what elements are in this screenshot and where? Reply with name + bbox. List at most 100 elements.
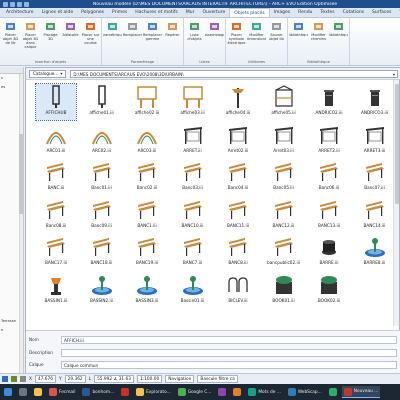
ribbon-button[interactable]: Sauver objet lib: [267, 19, 286, 60]
ribbon-tab[interactable]: Objets placés: [229, 8, 270, 17]
ribbon-button[interactable]: Assemblage: [205, 19, 224, 60]
catalog-item[interactable]: BASSIN1.iii: [36, 272, 76, 308]
ribbon-button[interactable]: Modifier dimensions: [247, 19, 266, 60]
catalog-item[interactable]: ANDRICO3.iii: [355, 84, 395, 120]
ribbon-tab[interactable]: Rendu: [294, 8, 316, 17]
ribbon-tab[interactable]: Lignes et aide: [38, 8, 78, 17]
catalog-item[interactable]: BANC19.iii: [127, 234, 167, 270]
ribbon-tab[interactable]: Surfaces: [368, 8, 396, 17]
ribbon-tab[interactable]: Primes: [108, 8, 131, 17]
catalog-item[interactable]: Banc01.iii: [82, 159, 122, 195]
catalog-item[interactable]: BANC1.iii: [127, 197, 167, 233]
catalog-item[interactable]: ARRET2.iii: [309, 122, 349, 158]
taskbar-app[interactable]: [32, 386, 44, 398]
catalog-item[interactable]: BANC18.iii: [82, 234, 122, 270]
save-icon[interactable]: [10, 1, 15, 7]
layer-select[interactable]: Calque commun: [61, 360, 397, 369]
ribbon-button[interactable]: Placer objet 3D de lib: [1, 19, 20, 60]
catalog-item[interactable]: Banc06.iii: [309, 159, 349, 195]
catalog-item[interactable]: BANC8.iii: [218, 234, 258, 270]
ribbon-button[interactable]: Modifier chemins: [309, 19, 328, 60]
ribbon-button[interactable]: Remplacer: [123, 19, 142, 60]
catalog-item[interactable]: BASSIN2.iii: [82, 272, 122, 308]
catalog-item[interactable]: ARRET.iii: [173, 122, 213, 158]
catalog-item[interactable]: affiche05.iii: [264, 84, 304, 120]
ribbon-button[interactable]: Paramétriques: [103, 19, 122, 60]
mode-select[interactable]: Navigation: [165, 375, 195, 383]
ribbon-tab[interactable]: Polygones: [77, 8, 108, 17]
catalog-item[interactable]: Banc08.iii: [36, 197, 76, 233]
snap-icon[interactable]: [2, 376, 8, 382]
catalog-item[interactable]: AFFICHUB: [35, 83, 77, 121]
catalog-item[interactable]: Banc04.iii: [218, 159, 258, 195]
taskbar-app[interactable]: Explorato...: [134, 386, 173, 398]
taskbar-app[interactable]: Google C...: [176, 386, 214, 398]
taskbar-app[interactable]: [2, 386, 14, 398]
ribbon-button[interactable]: Bibliothèque: [329, 19, 348, 60]
ribbon-button[interactable]: Aléatoire: [61, 19, 80, 60]
catalog-item[interactable]: BANC13.iii: [309, 197, 349, 233]
catalog-item[interactable]: Banc07.iii: [355, 159, 395, 195]
catalog-item[interactable]: ARC03.iii: [127, 122, 167, 158]
description-field[interactable]: [61, 348, 397, 357]
catalog-item[interactable]: BANC14.iii: [355, 197, 395, 233]
ribbon-button[interactable]: Remplacer gamme: [143, 19, 162, 60]
catalog-item[interactable]: Banc02.iii: [127, 159, 167, 195]
filter-toggle[interactable]: Bascule filtre ca: [197, 375, 238, 383]
ribbon-tab[interactable]: Cotations: [339, 8, 368, 17]
ribbon-button[interactable]: Liste d'objets: [185, 19, 204, 60]
ribbon-tab[interactable]: Ouverture: [198, 8, 229, 17]
ribbon-button[interactable]: Placer symbole électrique: [227, 19, 246, 60]
taskbar-app[interactable]: [327, 386, 339, 398]
catalog-item[interactable]: BOOK02.iii: [309, 272, 349, 308]
library-path-select[interactable]: D:\MES DOCUMENTS\ARCAUS EVO\2008\3D\URBA…: [70, 69, 398, 78]
taskbar-app[interactable]: Mots de ...: [246, 386, 282, 398]
ribbon-button[interactable]: Placer sur une courbe: [81, 19, 100, 60]
y-coordinate[interactable]: 29.362: [64, 375, 86, 383]
redo-icon[interactable]: [24, 1, 29, 7]
taskbar-app[interactable]: Nouveau ...: [341, 386, 381, 398]
ribbon-tab[interactable]: Images: [270, 8, 294, 17]
catalog-item[interactable]: affiche01.iii: [82, 84, 122, 120]
catalog-item[interactable]: BANC11.iii: [218, 197, 258, 233]
catalog-item[interactable]: BOOK01.iii: [264, 272, 304, 308]
app-menu-icon[interactable]: [3, 1, 8, 7]
ribbon-tab[interactable]: Textes: [316, 8, 338, 17]
ribbon-button[interactable]: Placer objet 3D dans calque: [21, 19, 40, 60]
ribbon-button[interactable]: Repérer: [163, 19, 182, 60]
catalog-item[interactable]: affiche04.iii: [218, 84, 258, 120]
catalog-item[interactable]: BICLEV.iii: [218, 272, 258, 308]
x-coordinate[interactable]: 47.676: [34, 375, 56, 383]
taskbar-app[interactable]: Fecmail: [47, 386, 77, 398]
catalog-scrollbar[interactable]: [393, 80, 399, 326]
catalog-item[interactable]: affiche03.iii: [173, 84, 213, 120]
catalog-item[interactable]: BANC10.iii: [173, 197, 213, 233]
undo-icon[interactable]: [17, 1, 22, 7]
catalog-item[interactable]: BANC17.iii: [36, 234, 76, 270]
catalog-item[interactable]: Banc09.iii: [82, 197, 122, 233]
catalog-item[interactable]: Banc05.iii: [264, 159, 304, 195]
ortho-icon[interactable]: [20, 376, 26, 382]
catalog-item[interactable]: bancpublic02.iii: [264, 234, 304, 270]
catalog-item[interactable]: BANC12.iii: [264, 197, 304, 233]
distance-angle[interactable]: 55.992 ∡ 31.63: [94, 375, 134, 383]
catalog-item[interactable]: BANC.iii: [36, 159, 76, 195]
taskbar-app[interactable]: bonhom...: [80, 386, 116, 398]
catalog-item[interactable]: ARRET3.iii: [355, 122, 395, 158]
taskbar-app[interactable]: [216, 386, 228, 398]
ribbon-button[interactable]: Bibliothèque: [289, 19, 308, 60]
catalog-item[interactable]: Arret02.iii: [218, 122, 258, 158]
taskbar-app[interactable]: [119, 386, 131, 398]
catalog-item[interactable]: BASSIN3.iii: [127, 272, 167, 308]
catalog-item[interactable]: ARC02.iii: [82, 122, 122, 158]
ribbon-tab[interactable]: Hachures et motifs: [131, 8, 182, 17]
catalog-item[interactable]: BARRE8.iii: [355, 234, 395, 270]
ribbon-tab[interactable]: Mur: [182, 8, 199, 17]
left-panel-scrollbar[interactable]: [19, 74, 23, 373]
catalog-item[interactable]: Arret03.iii: [264, 122, 304, 158]
catalog-item[interactable]: Bassin01.iii: [173, 272, 213, 308]
left-panel-scroll-thumb[interactable]: [19, 134, 23, 214]
catalog-item[interactable]: affiche02.iii: [127, 84, 167, 120]
catalog-item[interactable]: Banc03.iii: [173, 159, 213, 195]
ribbon-button[interactable]: Placage 3D: [41, 19, 60, 60]
